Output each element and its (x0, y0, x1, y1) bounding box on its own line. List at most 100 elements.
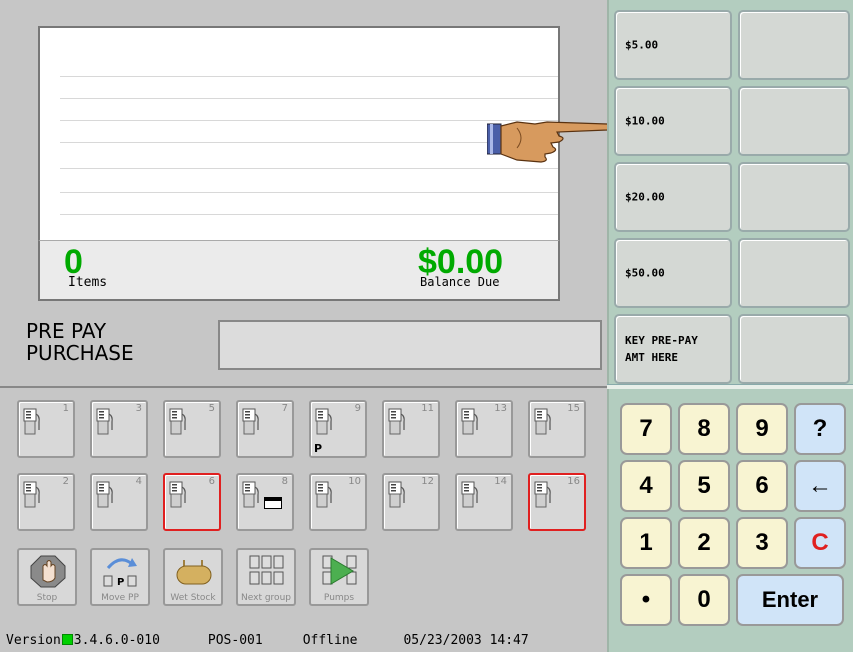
amount-label-line1: $20.00 (625, 190, 665, 204)
key-2[interactable]: 2 (678, 517, 730, 569)
key-8[interactable]: 8 (678, 403, 730, 455)
pump-number: 15 (567, 403, 580, 414)
status-datetime: 05/23/2003 14:47 (403, 633, 529, 648)
receipt-line (60, 214, 558, 215)
version-number: 3.4.6.0-010 (73, 633, 160, 648)
pump-button[interactable]: 15 (528, 400, 586, 458)
stop-hand-icon (29, 554, 67, 588)
amount-label: $5.00 (625, 37, 658, 54)
fuel-pump-icon (388, 481, 406, 509)
pump-button[interactable]: 1 (17, 400, 75, 458)
right-panel-divider (607, 384, 853, 389)
blank-button[interactable] (738, 86, 850, 156)
move-prepay-icon: P (102, 554, 140, 588)
key-5[interactable]: 5 (678, 460, 730, 512)
action-label: Move PP (101, 593, 139, 603)
fuel-pump-icon (388, 408, 406, 436)
pump-button[interactable]: 2 (17, 473, 75, 531)
amount-button[interactable]: $10.00 (614, 86, 732, 156)
pump-number: 16 (567, 476, 580, 487)
pump-button[interactable]: 8 (236, 473, 294, 531)
enter-key[interactable]: Enter (736, 574, 844, 626)
pump-button[interactable]: 10 (309, 473, 367, 531)
amount-label-line1: KEY PRE-PAY (625, 334, 698, 347)
fuel-pump-icon (242, 481, 260, 509)
fuel-pump-icon (242, 408, 260, 436)
pump-number: 9 (354, 403, 361, 414)
action-label: Wet Stock (170, 593, 216, 603)
pump-number: 4 (135, 476, 142, 487)
blank-button[interactable] (738, 314, 850, 384)
pumps-play-icon (321, 554, 359, 588)
clear-key[interactable]: C (794, 517, 846, 569)
action-button[interactable]: Wet Stock (163, 548, 223, 606)
pump-number: 14 (494, 476, 507, 487)
decimal-key[interactable]: • (620, 574, 672, 626)
prepay-label: PRE PAY PURCHASE (26, 320, 134, 364)
section-divider (0, 386, 607, 388)
key-7[interactable]: 7 (620, 403, 672, 455)
pump-number: 3 (135, 403, 142, 414)
totals-bar: 0 Items $0.00 Balance Due (38, 240, 560, 301)
blank-button[interactable] (738, 162, 850, 232)
pump-button[interactable]: 7 (236, 400, 294, 458)
pump-button[interactable]: 5 (163, 400, 221, 458)
receipt-line (60, 76, 558, 77)
action-button[interactable]: Pumps (309, 548, 369, 606)
action-label: Pumps (323, 593, 355, 603)
backspace-key[interactable]: ← (794, 460, 846, 512)
pump-button[interactable]: 14 (455, 473, 513, 531)
prepay-amount-field[interactable] (218, 320, 602, 370)
pump-button[interactable]: 3 (90, 400, 148, 458)
amount-button[interactable]: $5.00 (614, 10, 732, 80)
fuel-pump-icon (461, 408, 479, 436)
terminal-id: POS-001 (207, 633, 263, 648)
amount-button[interactable]: KEY PRE-PAY AMT HERE (614, 314, 732, 384)
amount-button[interactable]: $20.00 (614, 162, 732, 232)
amount-label-line1: $5.00 (625, 38, 659, 52)
pump-button[interactable]: 12 (382, 473, 440, 531)
prepay-label-line2: PURCHASE (26, 341, 134, 365)
tank-icon (175, 554, 213, 588)
key-9[interactable]: 9 (736, 403, 788, 455)
left-panel: 0 Items $0.00 Balance Due PRE PAY PURCHA… (0, 0, 607, 652)
receipt-line (60, 142, 558, 143)
pump-group-icon (248, 554, 286, 588)
balance-due-label: Balance Due (420, 275, 500, 289)
fuel-pump-icon (315, 408, 333, 436)
fuel-pump-icon (23, 408, 41, 436)
amount-button[interactable]: $50.00 (614, 238, 732, 308)
key-4[interactable]: 4 (620, 460, 672, 512)
action-button[interactable]: Next group (236, 548, 296, 606)
fuel-pump-icon (461, 481, 479, 509)
fuel-pump-icon (315, 481, 333, 509)
amount-label: KEY PRE-PAY AMT HERE (625, 332, 698, 366)
pump-number: 11 (421, 403, 434, 414)
receipt-line (60, 192, 558, 193)
action-button[interactable]: P Move PP (90, 548, 150, 606)
blank-button[interactable] (738, 238, 850, 308)
amount-label-line1: $10.00 (625, 114, 665, 128)
key-3[interactable]: 3 (736, 517, 788, 569)
items-label: Items (68, 275, 108, 290)
pump-button[interactable]: 16 (528, 473, 586, 531)
action-label: Stop (36, 593, 58, 603)
pump-button[interactable]: 11 (382, 400, 440, 458)
action-button[interactable]: Stop (17, 548, 77, 606)
amount-label: $50.00 (625, 265, 665, 282)
key-6[interactable]: 6 (736, 460, 788, 512)
amount-label: $20.00 (625, 189, 665, 206)
help-key[interactable]: ? (794, 403, 846, 455)
fuel-pump-icon (96, 408, 114, 436)
pump-button[interactable]: 4 (90, 473, 148, 531)
blank-button[interactable] (738, 10, 850, 80)
pump-number: 2 (62, 476, 69, 487)
key-0[interactable]: 0 (678, 574, 730, 626)
pump-number: 1 (62, 403, 69, 414)
pump-button[interactable]: 13 (455, 400, 513, 458)
pump-button[interactable]: 6 (163, 473, 221, 531)
key-1[interactable]: 1 (620, 517, 672, 569)
pump-button[interactable]: 9P (309, 400, 367, 458)
receipt-display (38, 26, 560, 244)
amount-label-line1: $50.00 (625, 266, 665, 280)
